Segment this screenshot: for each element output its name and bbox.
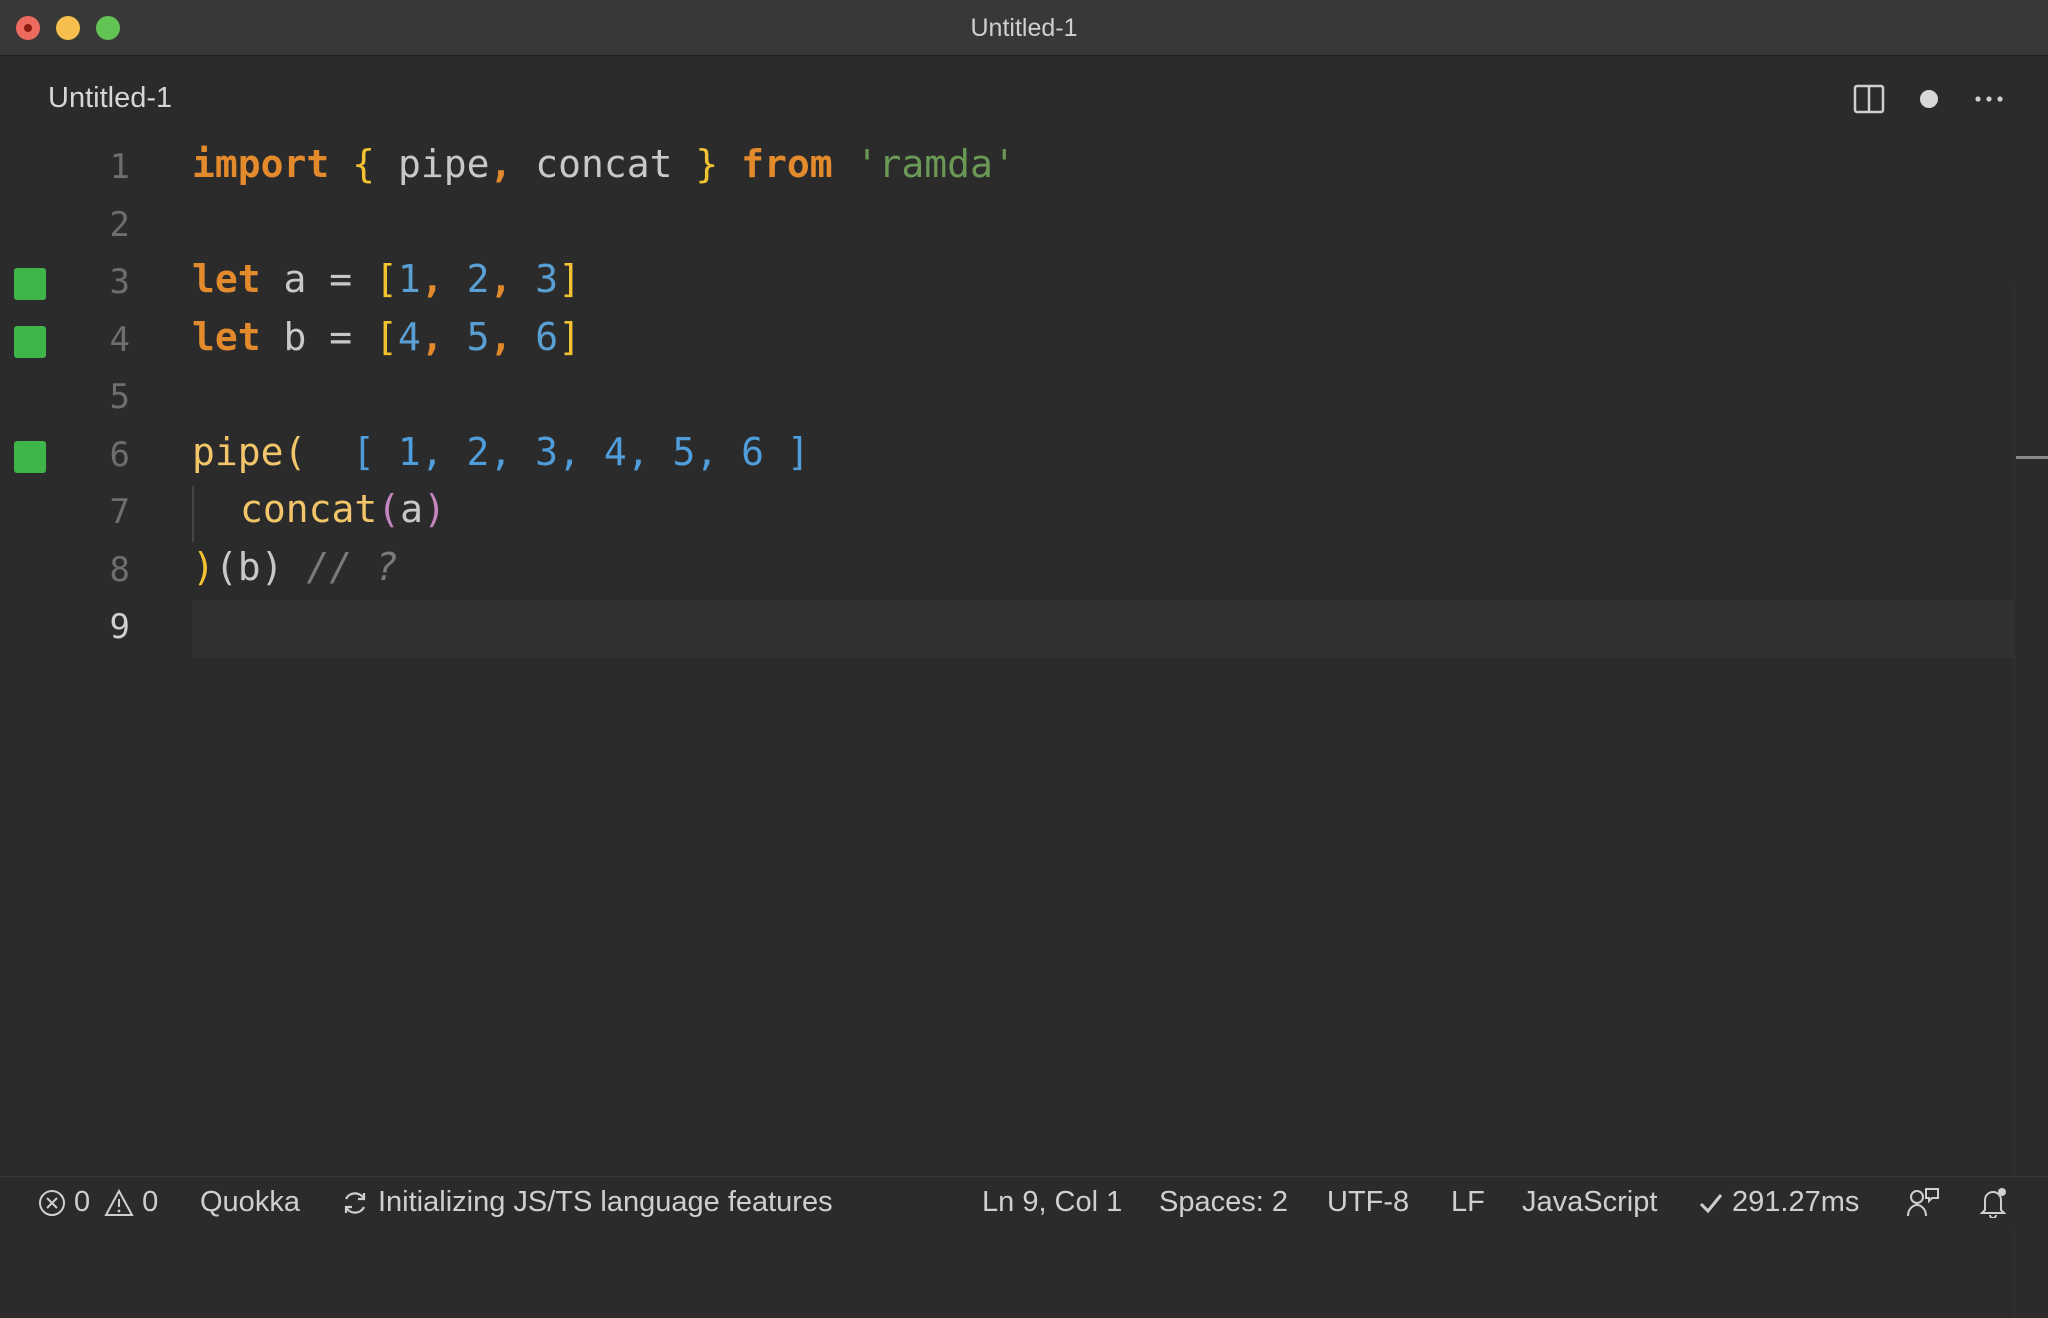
quokka-timing[interactable]: 291.27ms bbox=[1698, 1186, 1859, 1219]
window-title: Untitled-1 bbox=[970, 14, 1078, 42]
token-function-call: concat bbox=[240, 487, 378, 531]
unsaved-dot-icon[interactable] bbox=[1912, 82, 1946, 116]
line-number: 1 bbox=[109, 147, 130, 187]
quokka-inline-value: [ 1, 2, 3, 4, 5, 6 ] bbox=[352, 430, 810, 474]
token-number: 1 bbox=[397, 257, 421, 301]
code-line-1[interactable]: import { pipe, concat } from 'ramda' bbox=[192, 142, 1016, 186]
code-line-3[interactable]: let a = [1, 2, 3] bbox=[192, 257, 581, 301]
code-line-8[interactable]: )(b) // ? bbox=[192, 545, 398, 589]
token-identifier: b bbox=[237, 545, 261, 589]
line-number-active: 9 bbox=[109, 607, 130, 647]
encoding-setting[interactable]: UTF-8 bbox=[1327, 1186, 1409, 1219]
warning-icon bbox=[104, 1188, 134, 1217]
feedback-icon[interactable] bbox=[1906, 1186, 1940, 1218]
token-function-call: pipe( bbox=[192, 430, 307, 474]
line-number: 4 bbox=[109, 320, 130, 360]
quokka-status[interactable]: Quokka bbox=[200, 1186, 300, 1219]
line-number: 2 bbox=[109, 205, 130, 245]
token-comment: // ? bbox=[306, 545, 398, 589]
split-editor-icon[interactable] bbox=[1852, 82, 1886, 116]
token-number: 5 bbox=[466, 315, 490, 359]
problems-indicator[interactable]: 0 0 bbox=[38, 1186, 158, 1219]
error-icon bbox=[38, 1189, 66, 1217]
line-number: 6 bbox=[109, 435, 130, 475]
code-line-6[interactable]: pipe( [ 1, 2, 3, 4, 5, 6 ] bbox=[192, 430, 810, 474]
token-bracket: [ bbox=[375, 257, 398, 301]
line-number: 3 bbox=[109, 262, 130, 302]
coverage-marker bbox=[14, 268, 46, 300]
tab-bar: Untitled-1 bbox=[0, 56, 2048, 142]
token-paren: ) bbox=[423, 487, 446, 531]
token-keyword: let bbox=[192, 257, 261, 301]
token-number: 2 bbox=[466, 257, 490, 301]
language-service-status[interactable]: Initializing JS/TS language features bbox=[340, 1186, 833, 1219]
more-actions-icon[interactable] bbox=[1972, 82, 2006, 116]
code-line-7[interactable]: concat(a) bbox=[240, 487, 446, 531]
eol-setting[interactable]: LF bbox=[1451, 1186, 1485, 1219]
token-paren: ( bbox=[377, 487, 401, 531]
token-keyword: let bbox=[192, 315, 261, 359]
token-comma: , bbox=[420, 257, 444, 301]
scrollbar-track[interactable] bbox=[2014, 284, 2015, 1318]
code-line-4[interactable]: let b = [4, 5, 6] bbox=[192, 315, 581, 359]
tab-untitled-1[interactable]: Untitled-1 bbox=[48, 82, 172, 115]
timing-text: 291.27ms bbox=[1732, 1186, 1860, 1218]
token-identifier: concat bbox=[512, 142, 696, 186]
token-string: 'ramda' bbox=[855, 142, 1016, 186]
notifications-bell-icon[interactable] bbox=[1978, 1186, 2008, 1218]
check-icon bbox=[1698, 1190, 1724, 1216]
coverage-marker bbox=[14, 441, 46, 473]
token-bracket: ] bbox=[558, 257, 582, 301]
indent-guide bbox=[192, 486, 194, 542]
token-number: 4 bbox=[397, 315, 421, 359]
token-paren: ) bbox=[192, 545, 215, 589]
scrollbar-cursor-marker bbox=[2016, 456, 2048, 459]
coverage-marker bbox=[14, 326, 46, 358]
token-brace: { bbox=[352, 142, 376, 186]
token-paren: ( bbox=[214, 545, 238, 589]
line-number: 8 bbox=[109, 550, 130, 590]
token-comma: , bbox=[489, 315, 513, 359]
indentation-setting[interactable]: Spaces: 2 bbox=[1159, 1186, 1288, 1219]
token-comma: , bbox=[420, 315, 444, 359]
warning-count: 0 bbox=[142, 1186, 159, 1218]
sync-icon bbox=[340, 1188, 370, 1218]
initializing-text: Initializing JS/TS language features bbox=[378, 1186, 833, 1218]
cursor-position[interactable]: Ln 9, Col 1 bbox=[982, 1186, 1122, 1219]
token-comma: , bbox=[489, 142, 513, 186]
token-number: 3 bbox=[535, 257, 559, 301]
token-paren: ) bbox=[260, 545, 284, 589]
current-line-highlight bbox=[192, 600, 2014, 658]
token-identifier: b = bbox=[260, 315, 376, 359]
status-bar: 0 0 Quokka Initializing JS/TS language f… bbox=[0, 1176, 2048, 1230]
token-identifier: a bbox=[400, 487, 424, 531]
token-keyword: import bbox=[192, 142, 330, 186]
token-keyword: from bbox=[741, 142, 833, 186]
token-bracket: [ bbox=[375, 315, 398, 359]
error-count: 0 bbox=[74, 1186, 91, 1218]
token-comma: , bbox=[489, 257, 513, 301]
token-brace: } bbox=[695, 142, 719, 186]
token-identifier: pipe bbox=[375, 142, 490, 186]
token-number: 6 bbox=[535, 315, 559, 359]
token-identifier: a = bbox=[260, 257, 376, 301]
title-bar: Untitled-1 bbox=[0, 0, 2048, 56]
line-number: 5 bbox=[109, 377, 130, 417]
line-number: 7 bbox=[109, 492, 130, 532]
token-bracket: ] bbox=[558, 315, 582, 359]
language-mode[interactable]: JavaScript bbox=[1522, 1186, 1657, 1219]
